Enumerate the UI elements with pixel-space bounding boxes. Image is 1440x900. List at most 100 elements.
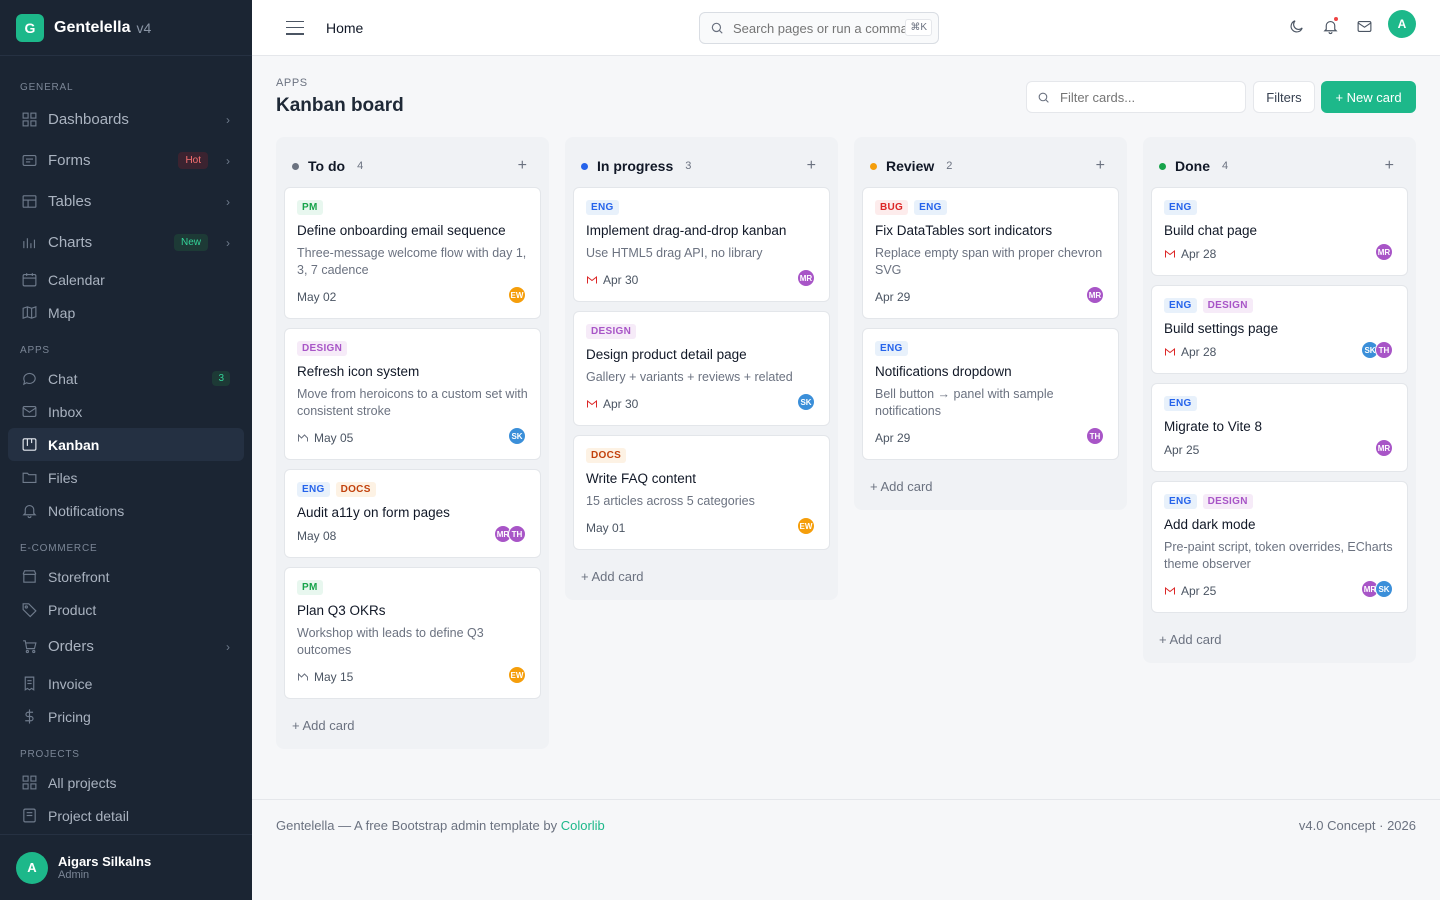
column-title: In progress xyxy=(597,158,674,174)
card-tag: ENG xyxy=(1164,396,1197,411)
sidebar-item-label: All projects xyxy=(48,774,117,791)
sidebar-item-label: Kanban xyxy=(48,436,100,453)
dark-mode-toggle[interactable] xyxy=(1286,16,1306,36)
kanban-card[interactable]: DESIGN Design product detail page Gallery … xyxy=(573,311,830,426)
kanban-card[interactable]: DESIGN Refresh icon system Move from heroi… xyxy=(284,328,541,460)
kanban-column: In progress 3 + ENG Implement drag-and-drop … xyxy=(565,137,838,600)
sidebar-item-invoice[interactable]: Invoice xyxy=(8,667,244,700)
card-tag: ENG xyxy=(1164,494,1197,509)
notifications-button[interactable] xyxy=(1320,16,1340,36)
card-tag: BUG xyxy=(875,200,909,215)
sidebar-item-charts[interactable]: Charts New › xyxy=(8,222,244,263)
section-label-apps: APPS xyxy=(20,345,50,356)
user-avatar-button[interactable]: A xyxy=(1388,10,1416,38)
search-icon xyxy=(711,22,723,34)
add-card-plus-icon[interactable]: + xyxy=(1096,157,1105,175)
sidebar-item-storefront[interactable]: Storefront xyxy=(8,560,244,593)
add-card-button[interactable]: + Add card xyxy=(862,469,1119,502)
global-search[interactable]: ⌘K xyxy=(699,12,939,44)
kanban-card[interactable]: ENG DESIGN Add dark mode Pre-paint script, … xyxy=(1151,481,1408,613)
add-card-plus-icon[interactable]: + xyxy=(518,157,527,175)
user-name: Aigars Silkalns xyxy=(58,854,152,869)
card-footer: May 02 xyxy=(297,288,528,306)
status-dot xyxy=(292,162,299,170)
sidebar-nav: GENERAL Dashboards › Forms Hot › Tables … xyxy=(0,56,252,832)
kanban-card[interactable]: BUG ENG Fix DataTables sort indicators Repl… xyxy=(862,187,1119,319)
sidebar-user[interactable]: A Aigars Silkalns Admin xyxy=(0,834,252,900)
sidebar-item-pricing[interactable]: Pricing xyxy=(8,700,244,733)
kanban-card[interactable]: ENG Implement drag-and-drop kanban Use HTM… xyxy=(573,187,830,302)
filter-cards[interactable] xyxy=(1026,81,1246,113)
menu-toggle-icon[interactable] xyxy=(286,20,304,35)
card-assignees: MR xyxy=(1375,439,1393,457)
sidebar-item-tables[interactable]: Tables › xyxy=(8,181,244,222)
sidebar-item-map[interactable]: Map xyxy=(8,296,244,329)
card-due-date: Apr 28 xyxy=(1181,345,1217,359)
new-card-button[interactable]: + New card xyxy=(1321,81,1416,113)
sidebar-item-all-projects[interactable]: All projects xyxy=(8,766,244,799)
avatar: SK xyxy=(1375,580,1393,598)
sidebar-item-dashboards[interactable]: Dashboards › xyxy=(8,99,244,140)
add-card-button[interactable]: + Add card xyxy=(1151,622,1408,655)
kanban-card[interactable]: ENG DOCS Audit a11y on form pages May 08 MR T… xyxy=(284,469,541,558)
sidebar-item-notifications[interactable]: Notifications xyxy=(8,494,244,527)
card-tag: ENG xyxy=(586,200,619,215)
card-tags: PM xyxy=(297,200,528,215)
card-due-date: Apr 25 xyxy=(1164,443,1200,457)
sidebar-item-project-detail[interactable]: Project detail xyxy=(8,799,244,832)
sidebar-item-files[interactable]: Files xyxy=(8,461,244,494)
kanban-card[interactable]: ENG Build chat page Apr 28 MR xyxy=(1151,187,1408,276)
card-due-date: May 15 xyxy=(314,670,354,684)
messages-button[interactable] xyxy=(1354,16,1374,36)
footer: Gentelella — A free Bootstrap admin temp… xyxy=(252,799,1440,900)
column-header: To do 4 + xyxy=(284,145,541,187)
avatar: SK xyxy=(508,427,526,445)
sidebar-item-forms[interactable]: Forms Hot › xyxy=(8,140,244,181)
kanban-column: Done 4 + ENG Build chat page Apr 28 MR ENG DESIG… xyxy=(1143,137,1416,663)
card-tag: DESIGN xyxy=(1202,494,1253,509)
topbar: Home ⌘K A xyxy=(252,0,1440,56)
breadcrumb[interactable]: Home xyxy=(326,20,363,36)
kanban-card[interactable]: PM Plan Q3 OKRs Workshop with leads to def… xyxy=(284,567,541,699)
kanban-card[interactable]: ENG DESIGN Build settings page Apr 28 SK TH xyxy=(1151,285,1408,374)
sidebar-item-inbox[interactable]: Inbox xyxy=(8,395,244,428)
sidebar-item-chat[interactable]: Chat 3 xyxy=(8,362,244,395)
sidebar-item-orders[interactable]: Orders › xyxy=(8,626,244,667)
colorlib-link[interactable]: Colorlib xyxy=(561,818,605,833)
filters-button[interactable]: Filters xyxy=(1253,81,1315,113)
card-description: Bell button → panel with sample notifica… xyxy=(875,387,1054,418)
add-card-plus-icon[interactable]: + xyxy=(807,157,816,175)
search-input[interactable] xyxy=(733,20,908,36)
brand[interactable]: G Gentelella v4 xyxy=(0,0,252,56)
card-tags: ENG DESIGN xyxy=(1164,494,1395,509)
kanban-card[interactable]: ENG Notifications dropdown Bell button → p… xyxy=(862,328,1119,460)
card-due-date: Apr 29 xyxy=(875,431,911,445)
sidebar-item-product[interactable]: Product xyxy=(8,593,244,626)
sidebar-item-kanban[interactable]: Kanban xyxy=(8,428,244,461)
card-tags: DOCS xyxy=(586,448,817,463)
status-dot xyxy=(1159,162,1166,170)
card-tags: BUG ENG xyxy=(875,200,1106,215)
card-footer: Apr 30 xyxy=(586,395,817,413)
card-due-date: Apr 30 xyxy=(603,273,639,287)
add-card-button[interactable]: + Add card xyxy=(573,559,830,592)
sidebar-item-calendar[interactable]: Calendar xyxy=(8,263,244,296)
kanban-card[interactable]: ENG Migrate to Vite 8 Apr 25 MR xyxy=(1151,383,1408,472)
kanban-card[interactable]: DOCS Write FAQ content 15 articles across … xyxy=(573,435,830,550)
card-footer: Apr 30 xyxy=(586,271,817,289)
mail-icon xyxy=(1357,20,1371,32)
sidebar-item-label: Storefront xyxy=(48,568,110,585)
card-assignees: EW xyxy=(508,286,526,304)
add-card-button[interactable]: + Add card xyxy=(284,708,541,741)
chat-icon xyxy=(20,370,38,388)
grid-icon xyxy=(20,111,38,129)
add-card-plus-icon[interactable]: + xyxy=(1385,157,1394,175)
card-description: Gallery + variants + reviews + related xyxy=(586,370,793,384)
sidebar-item-label: Charts xyxy=(48,234,93,251)
filter-input[interactable] xyxy=(1060,89,1240,105)
footer-version: v4.0 Concept · 2026 xyxy=(1298,818,1416,833)
invoice-icon xyxy=(20,675,38,693)
sidebar-item-label: Dashboards xyxy=(48,111,129,128)
card-tags: DESIGN xyxy=(297,341,528,356)
kanban-card[interactable]: PM Define onboarding email sequence Three-… xyxy=(284,187,541,319)
